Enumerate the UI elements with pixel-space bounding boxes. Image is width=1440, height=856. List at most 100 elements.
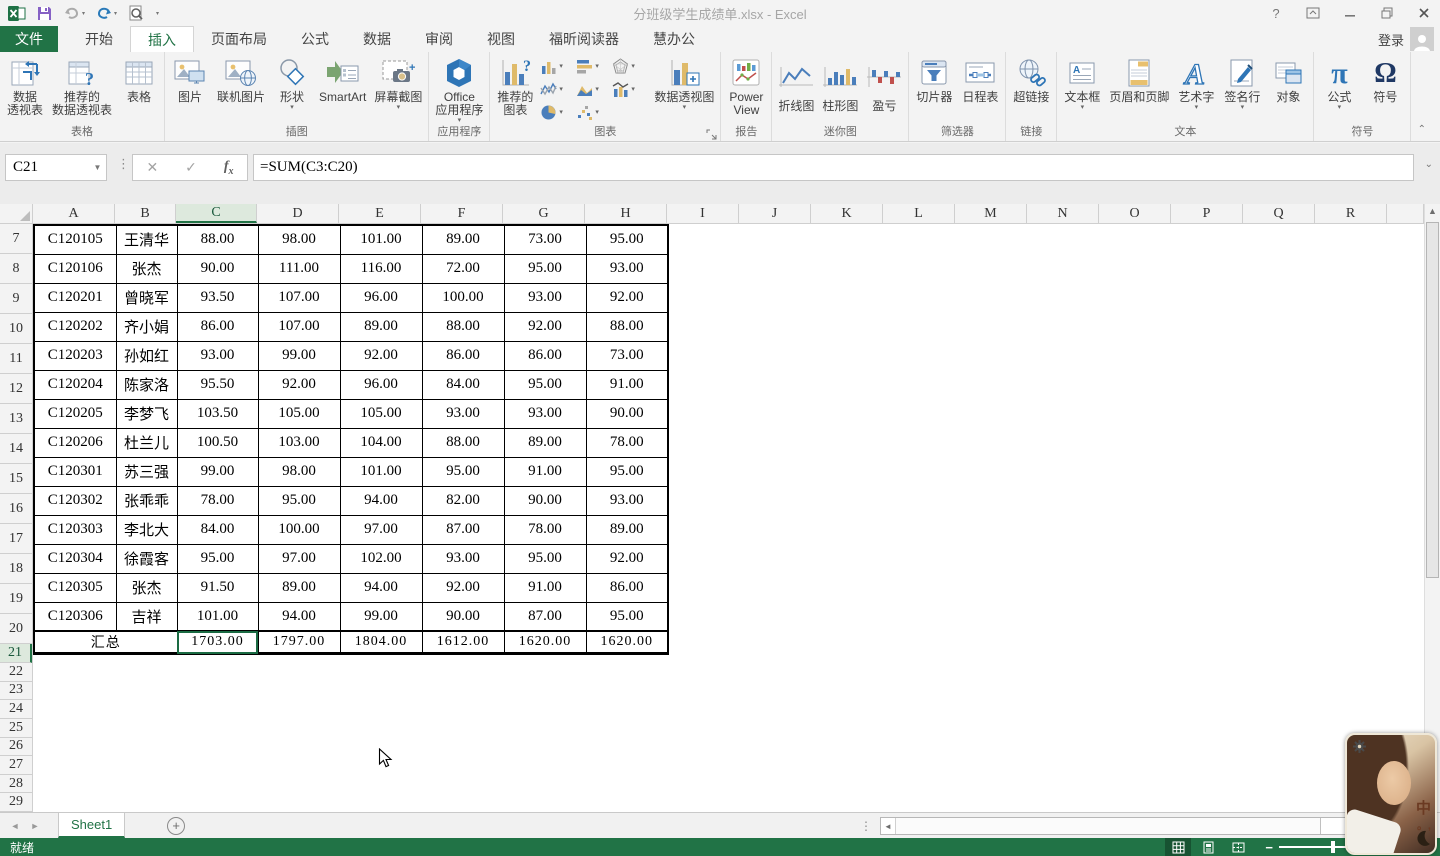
cell[interactable]: 99.00 [176, 456, 259, 487]
cell[interactable]: 87.00 [421, 514, 505, 545]
wordart-button[interactable]: A 艺术字 ▾ [1173, 53, 1219, 125]
table-button[interactable]: 表格 [116, 53, 162, 125]
column-header-b[interactable]: B [115, 204, 176, 223]
cell[interactable]: 89.00 [257, 572, 341, 603]
cell[interactable]: 张杰 [115, 253, 178, 284]
name-box-dropdown-icon[interactable]: ▼ [89, 163, 106, 172]
row-header-26[interactable]: 26 [0, 738, 32, 757]
cell[interactable]: 72.00 [421, 253, 505, 284]
pivottable-button[interactable]: 数据 透视表 [2, 53, 48, 125]
cell[interactable]: 95.50 [176, 369, 259, 400]
row-header-19[interactable]: 19 [0, 584, 32, 614]
column-header-c[interactable]: C [176, 204, 257, 223]
row-header-17[interactable]: 17 [0, 524, 32, 554]
cell[interactable]: 93.00 [503, 398, 587, 429]
qat-customize-icon[interactable]: ▾ [156, 10, 159, 17]
ime-moon-icon[interactable] [1415, 830, 1431, 851]
cell[interactable]: 84.00 [176, 514, 259, 545]
close-icon[interactable] [1416, 5, 1432, 21]
redo-dropdown-icon[interactable]: ▾ [114, 10, 117, 17]
column-header-l[interactable]: L [883, 204, 955, 223]
cell[interactable]: C120203 [33, 340, 117, 371]
cell[interactable]: 92.00 [339, 340, 423, 371]
sheet-tab-sheet1[interactable]: Sheet1 [58, 813, 126, 838]
cell[interactable]: 张乖乖 [115, 485, 178, 516]
cell[interactable]: 107.00 [257, 282, 341, 313]
cell[interactable]: 100.50 [176, 427, 259, 458]
timeline-button[interactable]: 日程表 [957, 53, 1003, 125]
power-view-button[interactable]: Power View [723, 53, 769, 125]
cell[interactable]: 91.00 [503, 456, 587, 487]
ribbon-tab[interactable]: 页面布局 [194, 26, 284, 52]
cell[interactable]: 96.00 [339, 369, 423, 400]
cell[interactable]: 93.00 [421, 543, 505, 574]
cell[interactable]: 李北大 [115, 514, 178, 545]
selected-cell-c21[interactable]: 1703.00 [176, 630, 259, 655]
row-header-14[interactable]: 14 [0, 434, 32, 464]
next-sheet-icon[interactable]: ► [22, 821, 48, 831]
hyperlink-button[interactable]: 超链接 [1008, 53, 1054, 125]
cell[interactable]: 95.00 [585, 224, 669, 255]
scroll-left-icon[interactable]: ◄ [881, 822, 895, 831]
page-break-preview-button[interactable] [1225, 838, 1251, 856]
name-box[interactable]: C21 ▼ [5, 154, 107, 181]
cell[interactable]: 116.00 [339, 253, 423, 284]
avatar[interactable] [1410, 27, 1434, 51]
row-header-23[interactable]: 23 [0, 682, 32, 701]
cell[interactable]: 94.00 [257, 601, 341, 632]
zoom-out-icon[interactable]: − [1265, 840, 1273, 855]
cell[interactable]: C120106 [33, 253, 117, 284]
cell[interactable]: C120204 [33, 369, 117, 400]
cell[interactable]: 89.00 [585, 514, 669, 545]
cell[interactable]: 92.00 [503, 311, 587, 342]
sheet-area[interactable]: C120105 王清华 88.00 98.00 101.00 89.00 73.00 95.0… [33, 224, 1424, 812]
cell[interactable]: 86.00 [421, 340, 505, 371]
row-header-27[interactable]: 27 [0, 756, 32, 775]
row-header-18[interactable]: 18 [0, 554, 32, 584]
cell[interactable]: 101.00 [339, 456, 423, 487]
save-button[interactable] [36, 3, 53, 23]
cell[interactable]: 93.00 [421, 398, 505, 429]
column-header-j[interactable]: J [739, 204, 811, 223]
zoom-slider-handle[interactable] [1331, 841, 1335, 853]
cell[interactable]: C120205 [33, 398, 117, 429]
help-icon[interactable]: ? [1268, 5, 1284, 21]
page-layout-view-button[interactable] [1195, 838, 1221, 856]
cell[interactable]: 105.00 [257, 398, 341, 429]
cell[interactable]: 90.00 [421, 601, 505, 632]
cell[interactable]: 92.00 [257, 369, 341, 400]
row-header-28[interactable]: 28 [0, 775, 32, 794]
sign-in-link[interactable]: 登录 [1378, 30, 1404, 49]
pie-chart-button[interactable]: ▾ [540, 101, 576, 124]
cell[interactable]: 73.00 [503, 224, 587, 255]
column-header-r[interactable]: R [1315, 204, 1387, 223]
cell[interactable]: 86.00 [585, 572, 669, 603]
cell[interactable]: 95.00 [503, 369, 587, 400]
cell[interactable]: 91.00 [503, 572, 587, 603]
row-header-22[interactable]: 22 [0, 663, 32, 682]
cell[interactable]: 吉祥 [115, 601, 178, 632]
summary-label[interactable]: 汇总 [33, 630, 178, 655]
cell[interactable]: 103.50 [176, 398, 259, 429]
minimize-icon[interactable] [1342, 5, 1358, 21]
cell[interactable]: 102.00 [339, 543, 423, 574]
cell[interactable]: 95.00 [257, 485, 341, 516]
ribbon-tab[interactable]: 慧办公 [636, 26, 712, 52]
ribbon-tab[interactable]: 开始 [68, 26, 130, 52]
sparkline-column-button[interactable]: 柱形图 [818, 53, 862, 125]
header-footer-button[interactable]: 页眉和页脚 [1105, 53, 1173, 125]
equation-button[interactable]: π 公式 ▾ [1316, 53, 1362, 125]
cell[interactable]: C120105 [33, 224, 117, 255]
cell[interactable]: 98.00 [257, 224, 341, 255]
ribbon-tab[interactable]: 福昕阅读器 [532, 26, 636, 52]
symbol-button[interactable]: Ω 符号 [1362, 53, 1408, 125]
cell[interactable]: 1804.00 [339, 630, 423, 655]
column-header-f[interactable]: F [421, 204, 503, 223]
cell[interactable]: 93.00 [585, 485, 669, 516]
formula-input[interactable]: =SUM(C3:C20) [253, 154, 1414, 181]
cell[interactable]: 1797.00 [257, 630, 341, 655]
cell[interactable]: 78.00 [176, 485, 259, 516]
cell[interactable]: 95.00 [503, 253, 587, 284]
cell[interactable]: 90.00 [503, 485, 587, 516]
cell[interactable]: 73.00 [585, 340, 669, 371]
